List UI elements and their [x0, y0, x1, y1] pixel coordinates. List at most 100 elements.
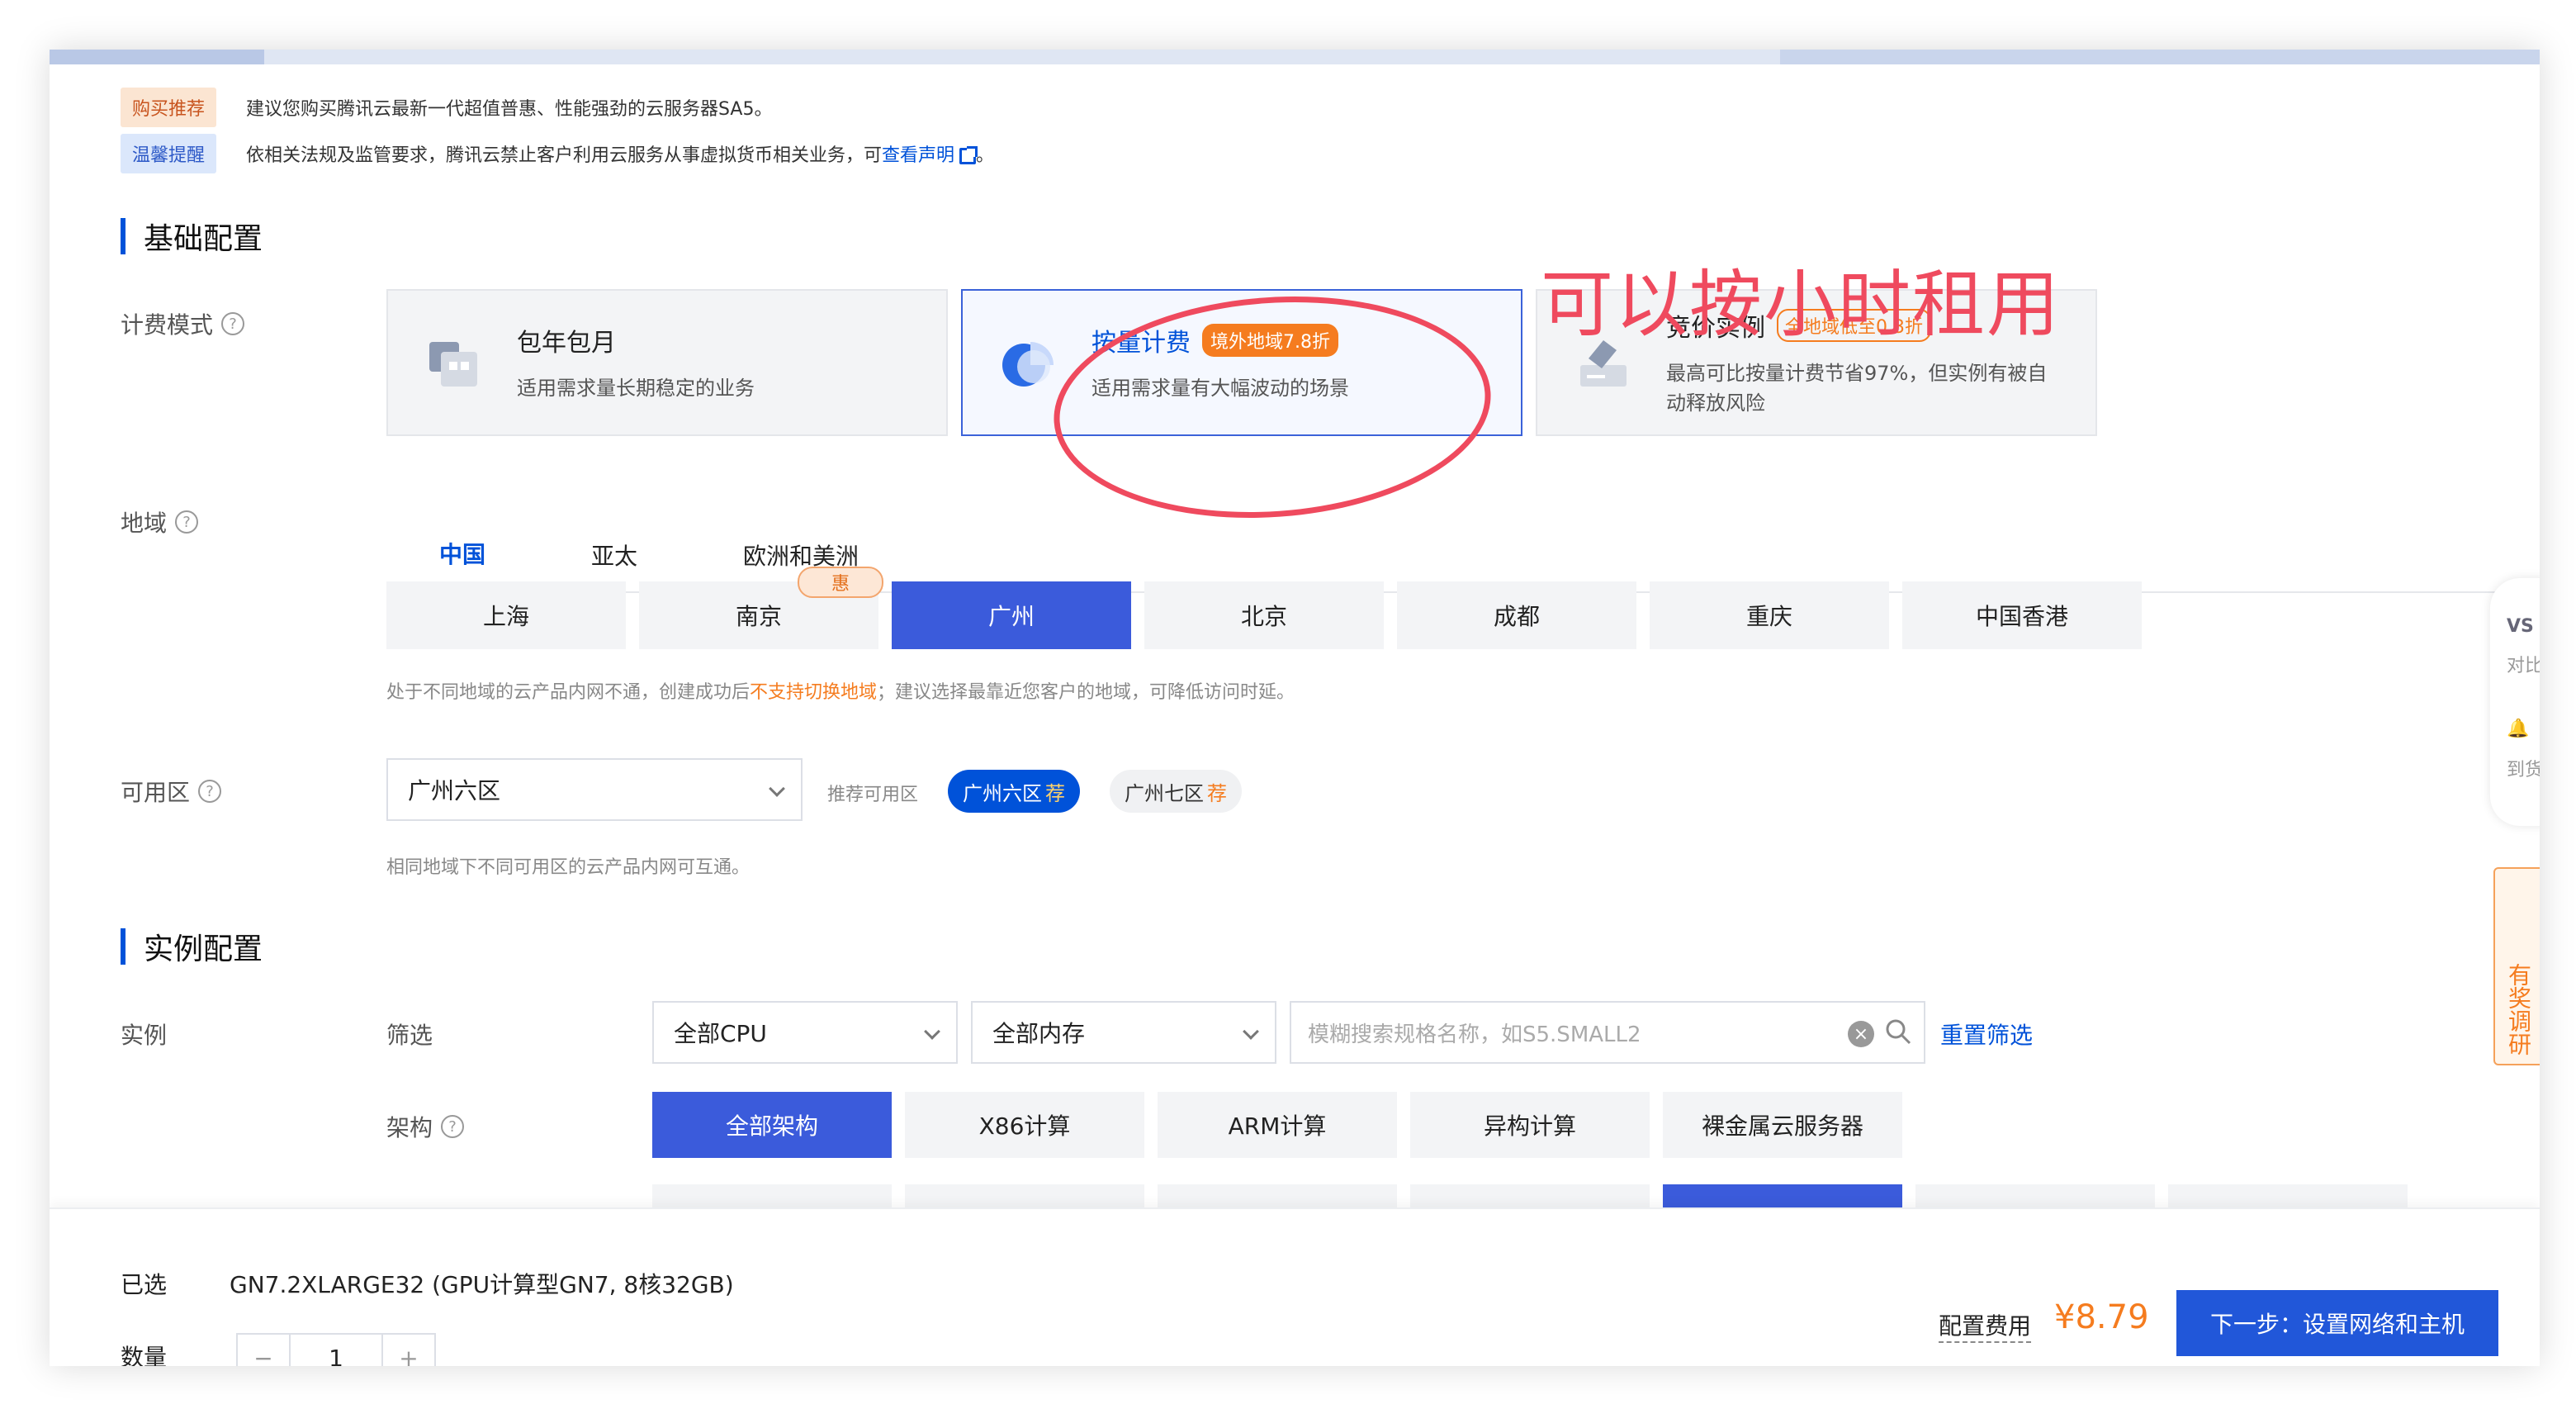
zone-note: 相同地域下不同可用区的云产品内网可互通。: [386, 857, 751, 878]
type-option[interactable]: [905, 1184, 1144, 1209]
order-footer: 已选 GN7.2XLARGE32 (GPU计算型GN7, 8核32GB) 数量 …: [50, 1207, 2540, 1366]
arch-label-text: 架构: [386, 1114, 433, 1141]
type-option[interactable]: [1915, 1184, 2155, 1209]
memory-select[interactable]: 全部内存: [971, 1001, 1276, 1064]
region-note-text-end: ；建议选择最靠近您客户的地域，可降低访问时延。: [877, 682, 1295, 703]
section-basic: 基础配置: [121, 215, 263, 258]
quantity-stepper: − 1 +: [236, 1333, 436, 1366]
section-instance-title: 实例配置: [144, 932, 263, 966]
zone-label-text: 可用区: [121, 779, 191, 806]
selected-value: GN7.2XLARGE32 (GPU计算型GN7, 8核32GB): [230, 1271, 734, 1298]
instance-label: 实例: [121, 1022, 168, 1049]
plus-icon[interactable]: +: [383, 1335, 434, 1367]
survey-tab[interactable]: 有奖调研: [2493, 867, 2540, 1065]
arch-bare-metal[interactable]: 裸金属云服务器: [1663, 1092, 1902, 1158]
type-option[interactable]: [2168, 1184, 2408, 1209]
region-note: 处于不同地域的云产品内网不通，创建成功后不支持切换地域；建议选择最靠近您客户的地…: [386, 677, 1295, 704]
compare-label[interactable]: 对比: [2507, 651, 2540, 677]
section-bar: [121, 928, 125, 965]
rec-zone-guangzhou-6[interactable]: 广州六区荐: [948, 770, 1080, 813]
calendar-icon: [424, 334, 482, 391]
help-icon[interactable]: ?: [441, 1115, 465, 1138]
reminder-tag: 温馨提醒: [121, 134, 217, 173]
fee-value: ¥8.79: [2054, 1298, 2149, 1336]
pie-chart-icon: [999, 334, 1057, 391]
bell-icon[interactable]: 🔔: [2507, 719, 2529, 739]
arch-label: 架构 ?: [386, 1110, 465, 1143]
rec-mark: 荐: [1045, 781, 1065, 805]
rec-zone-name: 广州六区: [963, 781, 1042, 805]
type-option[interactable]: [1410, 1184, 1650, 1209]
region-note-warning: 不支持切换地域: [750, 682, 878, 703]
section-basic-title: 基础配置: [144, 222, 263, 256]
console-frame: 购买推荐 建议您购买腾讯云最新一代超值普惠、性能强劲的云服务器SA5。 温馨提醒…: [50, 50, 2540, 1366]
section-instance: 实例配置: [121, 925, 263, 968]
rec-zone-label: 推荐可用区: [827, 785, 919, 805]
type-option[interactable]: [1663, 1184, 1902, 1209]
type-option[interactable]: [1158, 1184, 1397, 1209]
city-beijing[interactable]: 北京: [1144, 581, 1384, 649]
filter-label: 筛选: [386, 1022, 433, 1049]
clear-icon[interactable]: ×: [1848, 1021, 1874, 1047]
city-guangzhou[interactable]: 广州: [892, 581, 1131, 649]
quantity-label: 数量: [121, 1344, 168, 1366]
selected-label: 已选: [121, 1271, 168, 1298]
reminder-text-body: 依相关法规及监管要求，腾讯云禁止客户利用云服务从事虚拟货币相关业务，可: [246, 145, 883, 166]
memory-select-value: 全部内存: [992, 1020, 1086, 1047]
type-option[interactable]: [652, 1184, 892, 1209]
spec-search-input[interactable]: 模糊搜索规格名称，如S5.SMALL2 ×: [1290, 1001, 1925, 1064]
fee-label[interactable]: 配置费用: [1939, 1308, 2032, 1343]
chevron-down-icon: [1243, 1023, 1259, 1040]
region-note-text: 处于不同地域的云产品内网不通，创建成功后: [386, 682, 751, 703]
reminder-text-end: 。: [976, 145, 995, 166]
search-placeholder: 模糊搜索规格名称，如S5.SMALL2: [1308, 1022, 1641, 1047]
survey-label: 有奖调研: [2505, 963, 2532, 1056]
billing-label-text: 计费模式: [121, 311, 214, 339]
billing-option-desc: 最高可比按量计费节省97%，但实例有被自动释放风险: [1666, 362, 2048, 415]
region-label-text: 地域: [121, 510, 168, 537]
compare-icon[interactable]: VS: [2507, 616, 2534, 637]
section-bar: [121, 218, 125, 254]
arch-x86[interactable]: X86计算: [905, 1092, 1144, 1158]
recommend-text: 建议您购买腾讯云最新一代超值普惠、性能强劲的云服务器SA5。: [246, 99, 773, 120]
rec-zone-name: 广州七区: [1125, 781, 1204, 805]
billing-label: 计费模式 ?: [121, 307, 245, 340]
help-icon[interactable]: ?: [221, 312, 245, 335]
help-icon[interactable]: ?: [175, 510, 199, 534]
minus-icon[interactable]: −: [238, 1335, 289, 1367]
rec-zone-guangzhou-7[interactable]: 广州七区荐: [1110, 770, 1242, 813]
chevron-down-icon: [924, 1023, 940, 1040]
rec-mark: 荐: [1207, 781, 1227, 805]
billing-option-monthly[interactable]: 包年包月 适用需求量长期稳定的业务: [386, 289, 948, 436]
region-label: 地域 ?: [121, 505, 199, 538]
arch-all[interactable]: 全部架构: [652, 1092, 892, 1158]
city-chongqing[interactable]: 重庆: [1650, 581, 1889, 649]
notice-recommend: 购买推荐 建议您购买腾讯云最新一代超值普惠、性能强劲的云服务器SA5。: [121, 88, 772, 127]
zone-select[interactable]: 广州六区: [386, 758, 803, 821]
reset-filter-link[interactable]: 重置筛选: [1940, 1018, 2033, 1051]
help-icon[interactable]: ?: [198, 780, 222, 803]
arch-heterogeneous[interactable]: 异构计算: [1410, 1092, 1650, 1158]
external-link-icon[interactable]: [959, 146, 978, 164]
statement-link[interactable]: 查看声明: [882, 145, 954, 166]
annotation-text: 可以按小时租用: [1541, 262, 2062, 347]
notify-label[interactable]: 到货: [2507, 755, 2540, 781]
city-chengdu[interactable]: 成都: [1397, 581, 1636, 649]
next-step-button[interactable]: 下一步：设置网络和主机: [2176, 1290, 2498, 1356]
zone-select-value: 广州六区: [408, 777, 501, 804]
chevron-down-icon: [769, 780, 785, 797]
discount-tag: 惠: [798, 567, 883, 598]
zone-label: 可用区 ?: [121, 775, 222, 808]
city-hongkong[interactable]: 中国香港: [1902, 581, 2142, 649]
quantity-value[interactable]: 1: [289, 1335, 383, 1366]
cpu-select[interactable]: 全部CPU: [652, 1001, 958, 1064]
cpu-select-value: 全部CPU: [674, 1020, 767, 1047]
recommend-tag: 购买推荐: [121, 88, 217, 127]
search-icon[interactable]: [1884, 1018, 1912, 1046]
side-toolbar: VS 对比 🔔 到货: [2490, 578, 2540, 826]
arch-arm[interactable]: ARM计算: [1158, 1092, 1397, 1158]
city-shanghai[interactable]: 上海: [386, 581, 626, 649]
top-tab-strip: [50, 50, 2540, 64]
billing-option-desc: 适用需求量长期稳定的业务: [517, 377, 755, 400]
reminder-text: 依相关法规及监管要求，腾讯云禁止客户利用云服务从事虚拟货币相关业务，可查看声明 。: [246, 140, 994, 167]
